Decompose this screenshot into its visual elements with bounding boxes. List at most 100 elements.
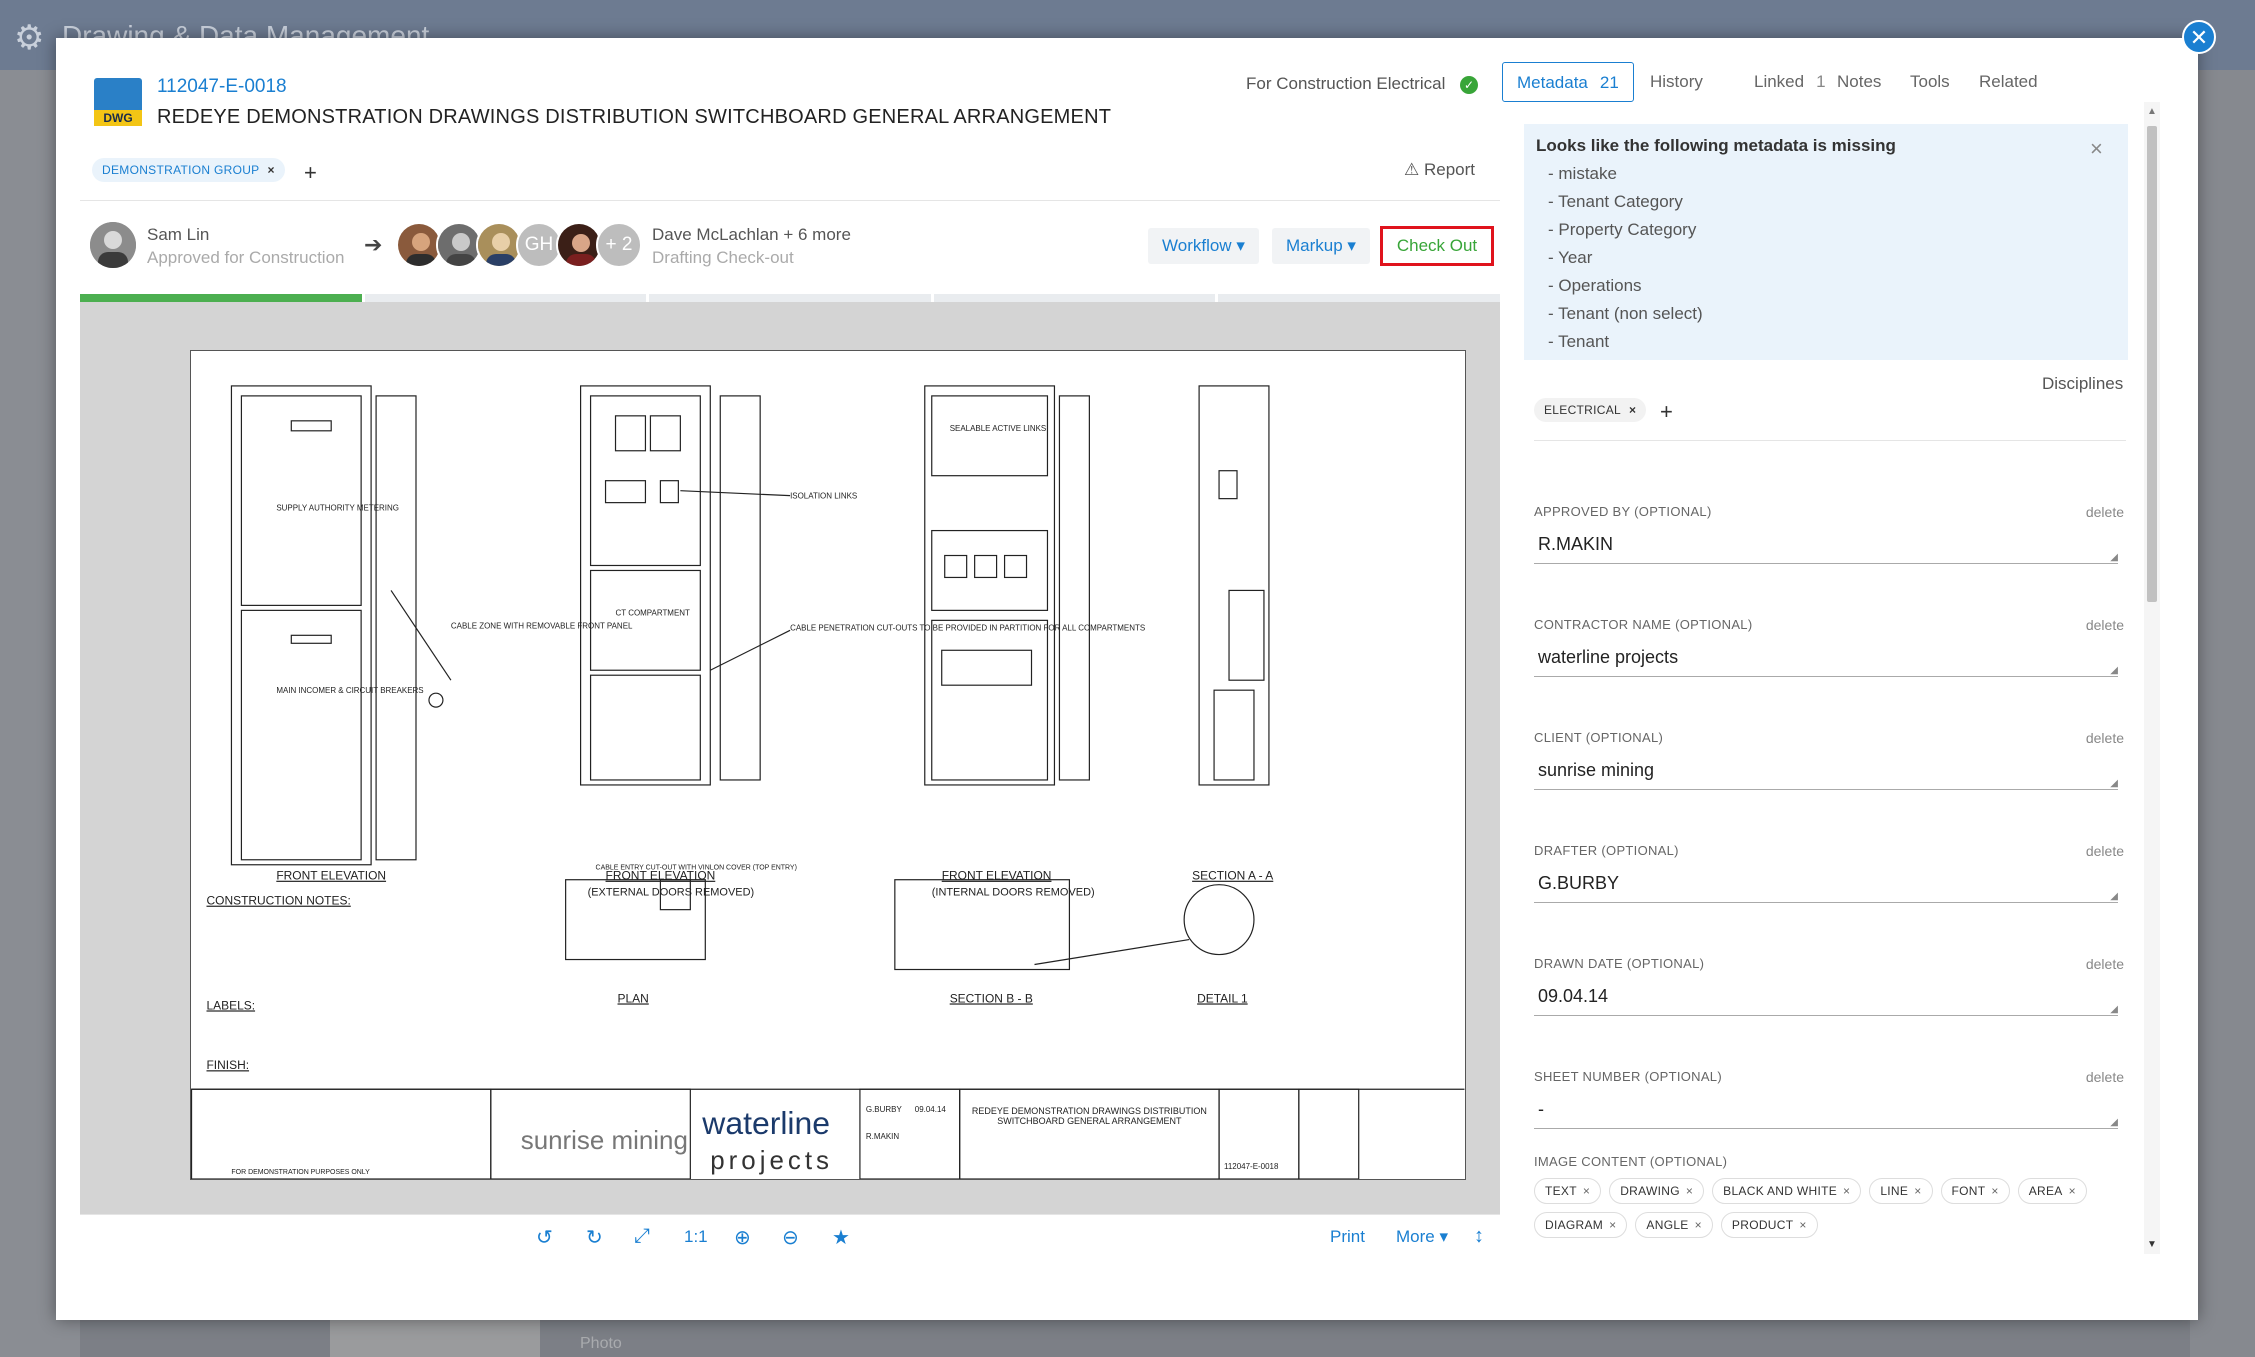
field-input[interactable]: waterline projects ◢ bbox=[1534, 637, 2118, 677]
field-delete-link[interactable]: delete bbox=[2086, 843, 2124, 859]
more-button-label: More bbox=[1396, 1227, 1435, 1246]
close-icon[interactable]: × bbox=[2090, 136, 2103, 162]
engineering-drawing: FRONT ELEVATION FRONT ELEVATION (EXTERNA… bbox=[190, 350, 1466, 1180]
drawing-callout: MAIN INCOMER & CIRCUIT BREAKERS bbox=[276, 686, 423, 695]
field-value: R.MAKIN bbox=[1538, 534, 1614, 554]
resize-grip-icon[interactable]: ◢ bbox=[2110, 552, 2118, 563]
field-delete-link[interactable]: delete bbox=[2086, 956, 2124, 972]
resize-grip-icon[interactable]: ◢ bbox=[2110, 891, 2118, 902]
viewer-toolbar: ↺ ↻ ⤢ 1:1 ⊕ ⊖ ★ Print More ▾ ↕ bbox=[80, 1214, 1500, 1256]
field-label: SHEET NUMBER (OPTIONAL) bbox=[1534, 1069, 1722, 1084]
missing-metadata-item: - mistake bbox=[1548, 164, 1617, 183]
remove-tag-icon[interactable]: × bbox=[1843, 1184, 1850, 1198]
workflow-progress-bar bbox=[80, 294, 1500, 302]
image-content-tag: ANGLE × bbox=[1635, 1212, 1713, 1238]
print-button[interactable]: Print bbox=[1330, 1227, 1365, 1247]
resize-grip-icon[interactable]: ◢ bbox=[2110, 1004, 2118, 1015]
arrow-right-icon: ➔ bbox=[364, 232, 383, 257]
tab-notes[interactable]: Notes bbox=[1837, 62, 1881, 102]
zoom-out-icon[interactable]: ⊖ bbox=[782, 1225, 799, 1250]
progress-step bbox=[933, 294, 1216, 302]
check-out-button[interactable]: Check Out bbox=[1380, 226, 1494, 266]
construction-notes-title: CONSTRUCTION NOTES: bbox=[207, 894, 351, 908]
tag-label: DIAGRAM bbox=[1545, 1218, 1604, 1232]
drawing-view-label: FRONT ELEVATION bbox=[942, 869, 1052, 883]
tab-linked[interactable]: Linked 1 bbox=[1754, 62, 1826, 102]
avatar-overflow-count[interactable]: + 2 bbox=[596, 222, 642, 268]
missing-metadata-list: - mistake - Tenant Category - Property Cat… bbox=[1536, 160, 2116, 356]
remove-tag-icon[interactable]: × bbox=[1583, 1184, 1590, 1198]
drawing-callout: SUPPLY AUTHORITY METERING bbox=[276, 504, 399, 513]
add-discipline-button[interactable]: + bbox=[1660, 399, 1673, 425]
image-content-tag: DRAWING × bbox=[1609, 1178, 1705, 1204]
tab-related[interactable]: Related bbox=[1979, 62, 2038, 102]
next-step-state: Drafting Check-out bbox=[652, 248, 794, 267]
field-input[interactable]: sunrise mining ◢ bbox=[1534, 750, 2118, 790]
rotate-right-icon[interactable]: ↻ bbox=[586, 1225, 603, 1250]
remove-tag-icon[interactable]: × bbox=[267, 163, 274, 177]
scrollbar-thumb[interactable] bbox=[2147, 126, 2157, 602]
more-button[interactable]: More ▾ bbox=[1396, 1227, 1448, 1247]
remove-tag-icon[interactable]: × bbox=[1914, 1184, 1921, 1198]
workflow-button-label: Workflow bbox=[1162, 236, 1232, 255]
resize-grip-icon[interactable]: ◢ bbox=[2110, 778, 2118, 789]
missing-metadata-item: - Operations bbox=[1548, 276, 1642, 295]
dwg-file-icon: DWG bbox=[94, 78, 142, 126]
title-block-title: REDEYE DEMONSTRATION DRAWINGS DISTRIBUTI… bbox=[971, 1106, 1207, 1127]
field-delete-link[interactable]: delete bbox=[2086, 1069, 2124, 1085]
tag-label: BLACK AND WHITE bbox=[1723, 1184, 1838, 1198]
modal-close-button[interactable]: ✕ bbox=[2182, 20, 2216, 54]
report-label: Report bbox=[1423, 160, 1476, 179]
resize-grip-icon[interactable]: ◢ bbox=[2110, 665, 2118, 676]
remove-tag-icon[interactable]: × bbox=[1609, 1218, 1616, 1232]
zoom-in-icon[interactable]: ⊕ bbox=[734, 1225, 751, 1250]
check-circle-icon: ✓ bbox=[1460, 76, 1478, 94]
missing-metadata-alert: Looks like the following metadata is mis… bbox=[1524, 124, 2128, 360]
remove-tag-icon[interactable]: × bbox=[2069, 1184, 2076, 1198]
resize-vertical-icon[interactable]: ↕ bbox=[1474, 1225, 1484, 1248]
scroll-up-icon[interactable]: ▲ bbox=[2147, 106, 2157, 117]
drawing-callout: CT COMPARTMENT bbox=[616, 608, 691, 617]
markup-button[interactable]: Markup ▾ bbox=[1272, 228, 1370, 264]
field-input[interactable]: - ◢ bbox=[1534, 1089, 2118, 1129]
drawing-view-label: (EXTERNAL DOORS REMOVED) bbox=[588, 887, 755, 899]
remove-tag-icon[interactable]: × bbox=[1799, 1218, 1806, 1232]
metadata-field: DRAWN DATE (OPTIONAL) delete 09.04.14 ◢ bbox=[1534, 956, 2128, 1052]
field-delete-link[interactable]: delete bbox=[2086, 504, 2124, 520]
tab-history[interactable]: History bbox=[1650, 62, 1703, 102]
tab-metadata[interactable]: Metadata 21 bbox=[1502, 62, 1634, 102]
report-button[interactable]: ⚠ Report bbox=[1404, 160, 1475, 180]
field-delete-link[interactable]: delete bbox=[2086, 617, 2124, 633]
rotate-left-icon[interactable]: ↺ bbox=[536, 1225, 553, 1250]
missing-metadata-item: - Property Category bbox=[1548, 220, 1697, 239]
remove-tag-icon[interactable]: × bbox=[1629, 403, 1636, 417]
drawing-view-label: PLAN bbox=[618, 991, 649, 1005]
add-group-button[interactable]: + bbox=[304, 160, 317, 186]
star-icon[interactable]: ★ bbox=[832, 1225, 850, 1250]
remove-tag-icon[interactable]: × bbox=[1991, 1184, 1998, 1198]
remove-tag-icon[interactable]: × bbox=[1686, 1184, 1693, 1198]
drawing-viewer[interactable]: FRONT ELEVATION FRONT ELEVATION (EXTERNA… bbox=[80, 302, 1500, 1214]
resize-grip-icon[interactable]: ◢ bbox=[2110, 1117, 2118, 1128]
discipline-tag: ELECTRICAL × bbox=[1534, 398, 1647, 422]
panel-scrollbar[interactable]: ▲ ▼ bbox=[2144, 102, 2160, 1254]
fullscreen-icon[interactable]: ⤢ bbox=[634, 1225, 650, 1248]
field-input[interactable]: G.BURBY ◢ bbox=[1534, 863, 2118, 903]
workflow-button[interactable]: Workflow ▾ bbox=[1148, 228, 1259, 264]
tab-tools[interactable]: Tools bbox=[1910, 62, 1950, 102]
document-number-link[interactable]: 112047-E-0018 bbox=[157, 76, 287, 98]
image-content-tags[interactable]: TEXT × DRAWING × BLACK AND WHITE × LINE × FONT × A… bbox=[1534, 1178, 2128, 1238]
tab-label: Related bbox=[1979, 72, 2038, 91]
actual-size-button[interactable]: 1:1 bbox=[684, 1227, 708, 1247]
missing-metadata-title: Looks like the following metadata is mis… bbox=[1536, 136, 1896, 155]
field-input[interactable]: R.MAKIN ◢ bbox=[1534, 524, 2118, 564]
field-input[interactable]: 09.04.14 ◢ bbox=[1534, 976, 2118, 1016]
field-delete-link[interactable]: delete bbox=[2086, 730, 2124, 746]
remove-tag-icon[interactable]: × bbox=[1695, 1218, 1702, 1232]
gear-icon: ⚙ bbox=[14, 19, 45, 57]
scroll-down-icon[interactable]: ▼ bbox=[2147, 1239, 2157, 1250]
missing-metadata-item: - Tenant (non select) bbox=[1548, 304, 1703, 323]
labels-title: LABELS: bbox=[207, 998, 256, 1012]
tag-label: FONT bbox=[1951, 1184, 1986, 1198]
drawing-callout: CABLE ENTRY CUT-OUT WITH VINLON COVER (T… bbox=[596, 865, 797, 872]
